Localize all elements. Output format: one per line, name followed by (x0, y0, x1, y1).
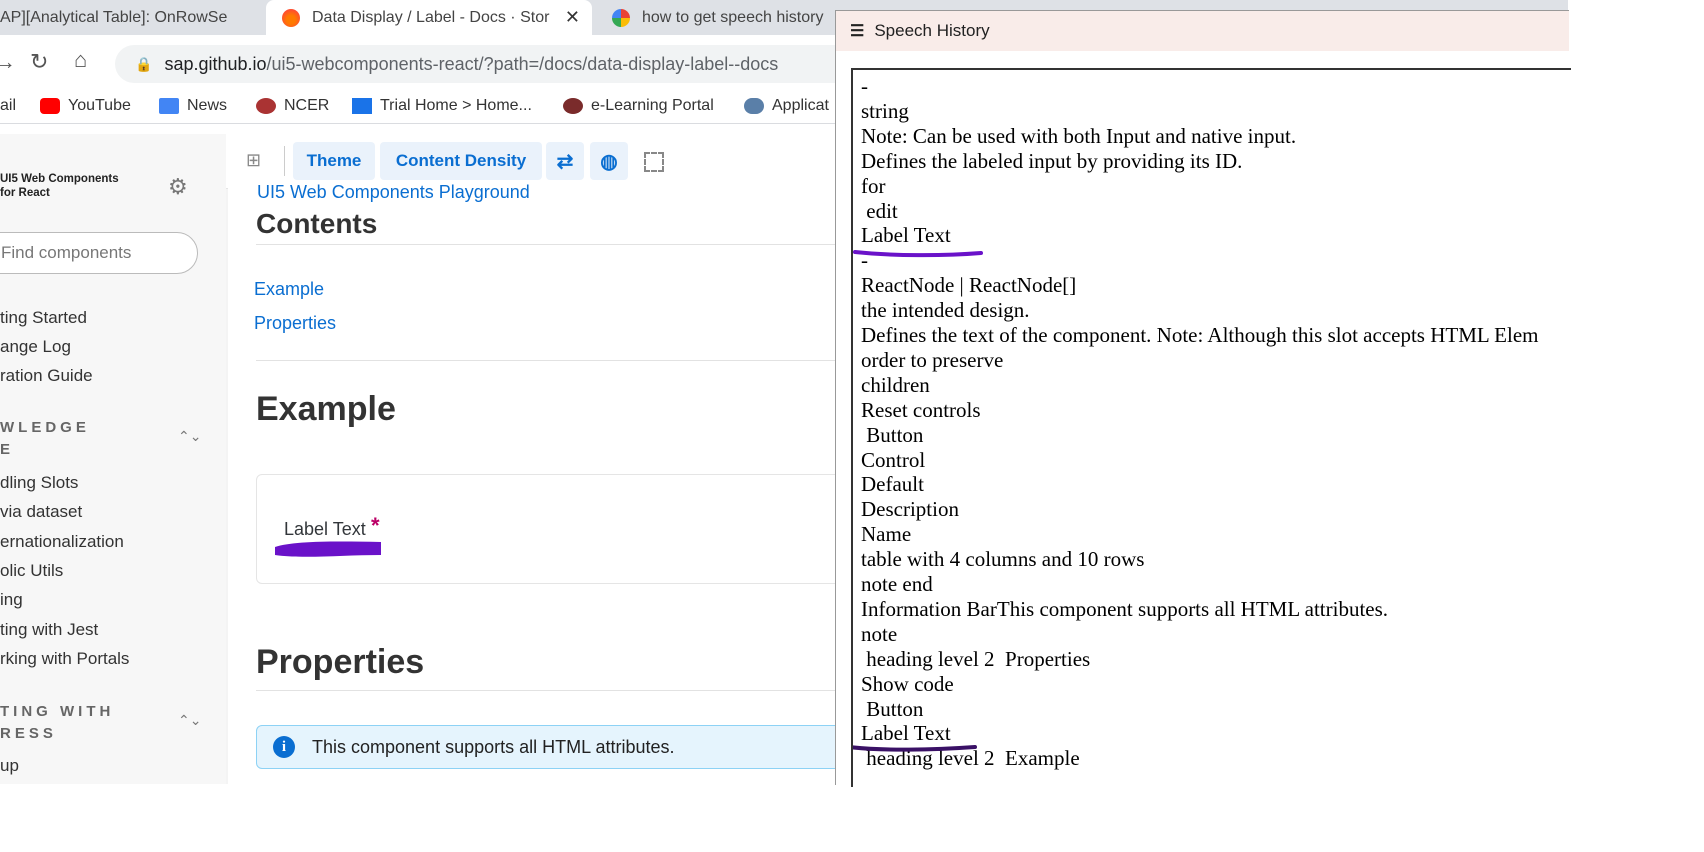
sidebar-section-header[interactable]: WLEDGE E (0, 417, 90, 461)
bookmark-label: YouTube (68, 97, 131, 114)
tab-title: AP][Analytical Table]: OnRowSe (0, 8, 228, 26)
google-favicon-icon (612, 8, 630, 27)
ncer-icon (256, 98, 276, 114)
bookmark-applications[interactable]: Applicat (744, 97, 829, 115)
outline-icon[interactable] (644, 152, 664, 172)
brand-title[interactable]: UI5 Web Components for React (0, 172, 119, 200)
bookmark-ncer[interactable]: NCER (256, 97, 329, 115)
sidebar-item[interactable]: via dataset (0, 502, 82, 522)
sidebar-item[interactable]: up (0, 756, 19, 776)
sidebar-item[interactable]: ting Started (0, 308, 87, 328)
contents-link-example[interactable]: Example (254, 279, 324, 300)
bookmark-elearning[interactable]: e-Learning Portal (563, 97, 714, 115)
contents-heading: Contents (256, 208, 378, 239)
lock-icon: 🔒 (135, 55, 153, 72)
information-bar: i This component supports all HTML attri… (256, 725, 856, 769)
bookmark-gmail[interactable]: ail (0, 97, 16, 115)
bookmark-label: Applicat (772, 97, 829, 114)
sidebar-section-header[interactable]: TING WITH RESS (0, 701, 114, 745)
info-text: This component supports all HTML attribu… (312, 737, 675, 757)
reload-icon[interactable]: ↻ (30, 49, 48, 75)
bookmark-label: e-Learning Portal (591, 97, 714, 114)
annotation-highlight (275, 541, 381, 557)
elearning-icon (563, 98, 583, 114)
sidebar-item[interactable]: ting with Jest (0, 620, 98, 640)
window-title-bar[interactable]: ☰ Speech History (836, 11, 1569, 51)
sidebar-item[interactable]: ernationalization (0, 532, 124, 552)
storybook-favicon-icon (282, 8, 300, 27)
menu-icon[interactable]: ☰ (850, 21, 864, 41)
example-heading: Example (256, 390, 396, 428)
properties-heading: Properties (256, 643, 425, 681)
bookmark-label: NCER (284, 97, 330, 114)
speech-history-window: ☰ Speech History - string Note: Can be use… (835, 10, 1571, 787)
contents-link-properties[interactable]: Properties (254, 313, 336, 334)
brand-line: for React (0, 187, 50, 199)
sidebar-item[interactable]: ange Log (0, 337, 71, 357)
theme-button[interactable]: Theme (293, 142, 375, 180)
gear-icon[interactable]: ⚙ (168, 174, 188, 200)
chevron-expand-icon[interactable]: ⌃⌄ (178, 712, 201, 729)
tab-title: how to get speech history (642, 8, 824, 26)
grid-icon[interactable]: ⊞ (246, 150, 261, 171)
playground-link[interactable]: UI5 Web Components Playground (257, 182, 530, 203)
brand-line: UI5 Web Components (0, 173, 119, 185)
forward-icon[interactable]: → (0, 49, 16, 75)
bookmark-youtube[interactable]: YouTube (40, 97, 131, 115)
browser-tab[interactable]: AP][Analytical Table]: OnRowSe (0, 0, 262, 35)
sap-icon (352, 98, 372, 114)
sidebar-item[interactable]: ing (0, 590, 23, 610)
docs-content: UI5 Web Components Playground Contents E… (228, 182, 858, 784)
sidebar-item[interactable]: dling Slots (0, 473, 78, 493)
browser-tab[interactable]: how to get speech history (596, 0, 836, 35)
browser-tab-active[interactable]: Data Display / Label - Docs · Stor ✕ (266, 0, 592, 35)
bookmark-news[interactable]: News (159, 97, 227, 115)
content-density-button[interactable]: Content Density (380, 142, 542, 180)
bookmark-label: Trial Home > Home... (380, 97, 532, 114)
close-tab-icon[interactable]: ✕ (565, 7, 580, 28)
chevron-expand-icon[interactable]: ⌃⌄ (178, 428, 201, 445)
bookmark-label: News (187, 97, 228, 114)
window-title: Speech History (874, 21, 990, 40)
divider (256, 360, 836, 361)
speech-history-list[interactable]: - string Note: Can be used with both Input… (851, 68, 1571, 787)
sidebar-item[interactable]: olic Utils (0, 561, 63, 581)
cloud-icon (744, 98, 764, 114)
bookmark-trial-home[interactable]: Trial Home > Home... (352, 97, 532, 115)
globe-icon[interactable]: ◍ (590, 142, 628, 180)
direction-toggle-icon[interactable]: ⇄ (546, 142, 584, 180)
url-host: sap.github.io (164, 53, 267, 74)
annotation-underlines (853, 250, 983, 752)
example-preview: Label Text * (256, 474, 858, 584)
sidebar-item[interactable]: rking with Portals (0, 649, 129, 669)
news-icon (159, 98, 179, 114)
divider (256, 690, 836, 691)
storybook-toolbar: ⊞ Theme Content Density ⇄ ◍ (226, 134, 836, 189)
docs-main: ⊞ Theme Content Density ⇄ ◍ UI5 Web Comp… (226, 134, 858, 784)
youtube-icon (40, 98, 60, 114)
tab-title: Data Display / Label - Docs · Stor (312, 8, 550, 26)
sidebar-item[interactable]: ration Guide (0, 366, 93, 386)
url-path: /ui5-webcomponents-react/?path=/docs/dat… (266, 53, 779, 74)
bookmark-label: ail (0, 97, 17, 114)
home-icon[interactable]: ⌂ (74, 47, 87, 73)
info-icon: i (273, 736, 295, 758)
search-input[interactable]: Find components (0, 232, 198, 274)
toolbar-divider (284, 146, 285, 176)
divider (256, 244, 836, 245)
docs-sidebar: UI5 Web Components for React ⚙ Find comp… (0, 134, 226, 784)
